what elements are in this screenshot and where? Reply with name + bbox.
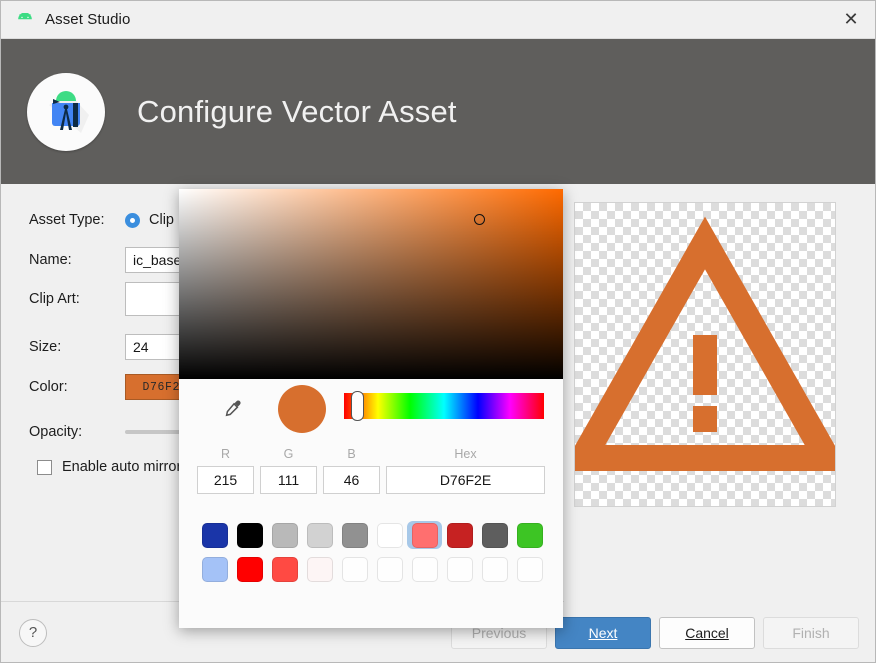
swatch-grid	[179, 521, 563, 589]
color-swatch-chip	[446, 556, 473, 582]
color-swatch[interactable]	[337, 555, 372, 583]
color-swatch-chip	[201, 522, 228, 548]
color-swatch[interactable]	[372, 555, 407, 583]
color-swatch[interactable]	[197, 521, 232, 549]
red-label: R	[220, 447, 231, 461]
color-swatch[interactable]	[267, 521, 302, 549]
color-swatch-chip	[516, 522, 543, 548]
green-label: G	[283, 447, 294, 461]
title-bar: Asset Studio ✕	[1, 1, 875, 39]
color-swatch[interactable]	[197, 555, 232, 583]
finish-button-label: Finish	[792, 624, 830, 641]
color-picker-popup: R 215 G 111 B 46 Hex D76F2E	[179, 189, 563, 628]
red-input[interactable]: 215	[197, 466, 254, 494]
swatch-row-2	[179, 555, 563, 583]
color-swatch[interactable]	[512, 521, 547, 549]
color-swatch[interactable]	[372, 521, 407, 549]
color-swatch-chip	[481, 522, 508, 548]
color-swatch-chip	[341, 522, 368, 548]
color-swatch-chip	[446, 522, 473, 548]
auto-mirror-row: Enable auto mirror	[37, 459, 181, 475]
eyedropper-icon[interactable]	[219, 395, 247, 423]
blue-input[interactable]: 46	[323, 466, 380, 494]
color-swatch-chip	[306, 556, 333, 582]
hue-slider[interactable]	[344, 391, 544, 421]
red-field-group: R 215	[197, 447, 254, 494]
color-swatch-chip	[271, 556, 298, 582]
hex-field-group: Hex D76F2E	[386, 447, 545, 494]
hue-slider-handle[interactable]	[351, 391, 364, 421]
color-swatch[interactable]	[337, 521, 372, 549]
color-swatch-chip	[411, 556, 438, 582]
wizard-header: Configure Vector Asset	[1, 39, 875, 184]
finish-button[interactable]: Finish	[763, 616, 859, 649]
asset-type-row: Asset Type: Clip .	[29, 212, 182, 228]
blue-field-group: B 46	[323, 447, 380, 494]
blue-label: B	[347, 447, 356, 461]
saturation-value-area[interactable]	[179, 189, 563, 379]
color-swatch[interactable]	[512, 555, 547, 583]
preview-canvas	[574, 202, 836, 507]
color-swatch[interactable]	[477, 521, 512, 549]
close-icon[interactable]: ✕	[827, 1, 875, 38]
asset-type-label: Asset Type:	[29, 212, 105, 228]
size-label: Size:	[29, 339, 62, 355]
window-title: Asset Studio	[45, 11, 131, 28]
color-swatch-chip	[341, 556, 368, 582]
android-studio-logo-icon	[27, 72, 105, 151]
auto-mirror-label: Enable auto mirror	[62, 459, 182, 475]
name-label: Name:	[29, 252, 72, 268]
green-input[interactable]: 111	[260, 466, 317, 494]
color-swatch[interactable]	[442, 521, 477, 549]
swatch-row-1	[179, 521, 563, 549]
android-robot-icon	[15, 10, 35, 30]
next-button[interactable]: Next	[555, 616, 651, 649]
cancel-button-label: Cancel	[685, 624, 729, 641]
color-swatch-chip	[306, 522, 333, 548]
color-swatch-chip	[516, 556, 543, 582]
color-swatch[interactable]	[442, 555, 477, 583]
color-swatch[interactable]	[267, 555, 302, 583]
color-swatch[interactable]	[232, 521, 267, 549]
green-field-group: G 111	[260, 447, 317, 494]
color-swatch-chip	[236, 556, 263, 582]
clip-art-label: Clip Art:	[29, 291, 80, 307]
color-label: Color:	[29, 379, 68, 395]
color-swatch-chip	[236, 522, 263, 548]
cancel-button[interactable]: Cancel	[659, 616, 755, 649]
hex-label: Hex	[454, 447, 477, 461]
color-swatch-chip	[201, 556, 228, 582]
color-swatch-chip	[481, 556, 508, 582]
sv-cursor-handle[interactable]	[474, 214, 485, 225]
picker-controls-row	[179, 379, 563, 441]
color-swatch[interactable]	[407, 521, 442, 549]
auto-mirror-checkbox[interactable]	[37, 459, 52, 475]
help-button[interactable]: ?	[19, 618, 47, 647]
color-swatch[interactable]	[477, 555, 512, 583]
color-swatch[interactable]	[232, 555, 267, 583]
color-swatch-chip	[271, 522, 298, 548]
opacity-label: Opacity:	[29, 424, 83, 440]
color-swatch[interactable]	[302, 521, 337, 549]
preview-panel	[564, 184, 875, 602]
color-swatch-chip	[411, 522, 438, 548]
color-swatch-chip	[376, 556, 403, 582]
next-button-label: Next	[588, 624, 618, 641]
page-title: Configure Vector Asset	[137, 93, 457, 129]
asset-type-radio-label: Clip .	[149, 212, 183, 228]
asset-studio-window: Asset Studio ✕ Configure Vector Asset As…	[0, 0, 876, 663]
hex-input[interactable]: D76F2E	[386, 466, 545, 494]
warning-triangle-icon	[575, 216, 835, 471]
color-swatch[interactable]	[407, 555, 442, 583]
color-swatch[interactable]	[302, 555, 337, 583]
color-swatch-chip	[376, 522, 403, 548]
color-preview-circle	[278, 385, 326, 433]
asset-type-radio-clipart[interactable]	[125, 212, 140, 228]
color-value-fields: R 215 G 111 B 46 Hex D76F2E	[179, 447, 563, 513]
